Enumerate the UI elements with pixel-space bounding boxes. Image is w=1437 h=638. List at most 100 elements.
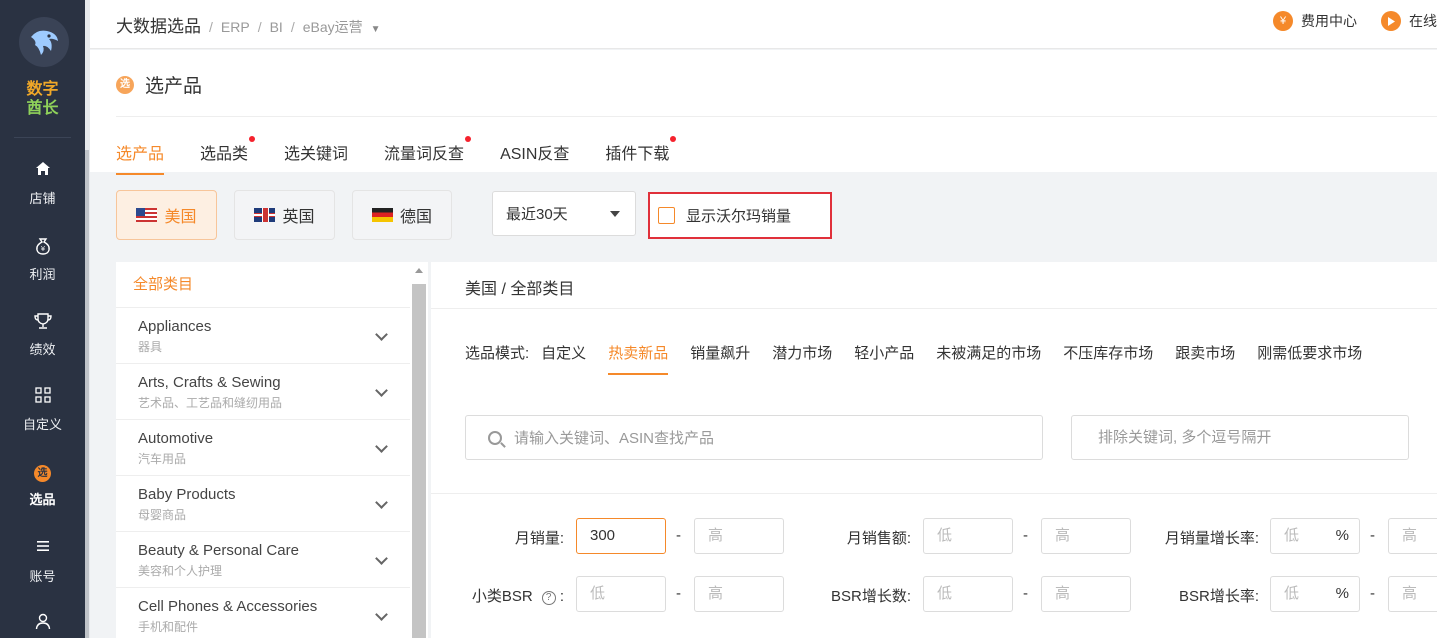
money-bag-icon: ¥ [0,236,85,258]
sidebar-item-label: 绩效 [29,342,56,357]
tab-select-keyword[interactable]: 选关键词 [284,140,348,175]
tab-plugin-download[interactable]: 插件下载 [605,136,677,175]
breadcrumb-item[interactable]: ERP [221,19,250,35]
monthly-revenue-label: 月销售额: [846,530,911,547]
monthly-sales-max-input[interactable]: 高 [694,518,784,554]
tab-select-category[interactable]: 选品类 [200,136,256,175]
search-input[interactable]: 请输入关键词、ASIN查找产品 [465,415,1043,460]
mode-follow-sell[interactable]: 跟卖市场 [1175,342,1235,375]
bsr-growth-count-max-input[interactable]: 高 [1041,576,1131,612]
mode-label: 选品模式: [465,345,530,362]
mode-potential-market[interactable]: 潜力市场 [772,342,832,375]
walmart-sales-toggle[interactable]: 显示沃尔玛销量 [648,192,832,239]
sidebar-item-label: 选品 [29,492,56,507]
new-dot [249,136,256,142]
online-label: 在线 [1409,13,1437,29]
caret-down-icon[interactable]: ▼ [371,24,381,35]
fee-center-label: 费用中心 [1301,13,1357,29]
sub-bsr-max-input[interactable]: 高 [694,576,784,612]
category-item[interactable]: Beauty & Personal Care 美容和个人护理 [116,532,410,588]
bsr-growth-rate-label: BSR增长率: [1178,588,1259,605]
online-link[interactable]: 在线 [1381,11,1437,31]
trophy-icon [0,311,85,333]
play-icon [1381,11,1401,31]
sidebar-item-store[interactable]: 店铺 [0,160,85,207]
tab-select-product[interactable]: 选产品 [116,140,165,175]
filter-panel: 美国 / 全部类目 选品模式: 自定义 热卖新品 销量飙升 潜力市场 轻小产品 … [431,262,1437,638]
monthly-revenue-max-input[interactable]: 高 [1041,518,1131,554]
sidebar-item-label: 账号 [29,569,56,584]
us-flag-icon [136,208,158,222]
brand-line1: 数字 [26,81,59,98]
tab-traffic-keyword[interactable]: 流量词反查 [384,136,472,175]
tab-asin-lookup[interactable]: ASIN反查 [500,140,569,175]
bsr-growth-count-label: BSR增长数: [830,588,911,605]
scroll-thumb[interactable] [412,284,426,638]
category-item[interactable]: Arts, Crafts & Sewing 艺术品、工艺品和缝纫用品 [116,364,410,420]
country-de-button[interactable]: 德国 [352,190,452,240]
mode-essential-market[interactable]: 刚需低要求市场 [1257,342,1362,375]
sales-growth-min-input[interactable]: 低% [1270,518,1360,554]
mode-hot-new[interactable]: 热卖新品 [608,342,669,375]
range-dash: - [676,585,681,602]
bsr-growth-count-min-input[interactable]: 低 [923,576,1013,612]
walmart-label: 显示沃尔玛销量 [686,208,792,225]
breadcrumb-item[interactable]: 大数据选品 [116,17,201,36]
sidebar-item-product-select[interactable]: 选 选品 [0,461,85,508]
svg-text:¥: ¥ [40,245,45,253]
mode-unmet-market[interactable]: 未被满足的市场 [936,342,1041,375]
range-dash: - [1023,585,1028,602]
bsr-growth-rate-max-input[interactable]: 高 [1388,576,1437,612]
country-uk-button[interactable]: 英国 [234,190,335,240]
period-select[interactable]: 最近30天 [492,191,636,236]
mode-sales-surge[interactable]: 销量飙升 [690,342,750,375]
breadcrumb-item[interactable]: eBay运营 [303,19,363,35]
topbar: 大数据选品 / ERP / BI / eBay运营 ▼ ¥ 费用中心 在线 [90,0,1437,49]
category-item[interactable]: Baby Products 母婴商品 [116,476,410,532]
sidebar-item-performance[interactable]: 绩效 [0,311,85,358]
monthly-sales-min-input[interactable]: 300 [576,518,666,554]
uk-flag-icon [254,208,276,222]
category-item[interactable]: Cell Phones & Accessories 手机和配件 [116,588,410,638]
mode-no-stock-market[interactable]: 不压库存市场 [1063,342,1153,375]
sidebar-item-user[interactable] [0,612,85,634]
help-icon[interactable]: ? [541,591,556,605]
sub-bsr-min-input[interactable]: 低 [576,576,666,612]
sidebar-item-label: 自定义 [22,417,62,432]
sidebar-item-account[interactable]: 账号 [0,538,85,585]
sidebar-item-label: 利润 [29,267,56,282]
category-item[interactable]: Appliances 器具 [116,308,410,364]
category-all[interactable]: 全部类目 [116,262,410,308]
monthly-sales-label: 月销量: [514,530,564,547]
page-title-text: 选产品 [145,76,203,97]
caret-down-icon [610,211,620,217]
category-panel: 全部类目 Appliances 器具 Arts, Crafts & Sewing 艺… [116,262,410,638]
bsr-growth-rate-min-input[interactable]: 低% [1270,576,1360,612]
sidebar-item-custom[interactable]: 自定义 [0,386,85,433]
walmart-checkbox[interactable] [658,207,675,224]
scroll-up-icon[interactable] [415,268,423,273]
range-dash: - [676,527,681,544]
monthly-revenue-min-input[interactable]: 低 [923,518,1013,554]
divider [431,493,1437,494]
sidebar-item-label: 店铺 [29,191,56,206]
mode-small-light[interactable]: 轻小产品 [854,342,914,375]
user-icon [0,612,85,634]
sales-growth-max-input[interactable]: 高 [1388,518,1437,554]
country-us-button[interactable]: 美国 [116,190,217,240]
mode-custom[interactable]: 自定义 [541,342,586,375]
breadcrumb-item[interactable]: BI [270,19,283,35]
brand-logo[interactable] [19,17,69,67]
new-dot [465,136,472,142]
category-item[interactable]: Automotive 汽车用品 [116,420,410,476]
sidebar-item-profit[interactable]: ¥ 利润 [0,236,85,283]
select-product-icon: 选 [116,75,134,94]
category-scrollbar[interactable] [410,262,428,638]
page-header: 选 选产品 选产品 选品类 选关键词 流量词反查 ASIN反查 插件下载 [90,50,1437,175]
page-scrollbar[interactable] [85,150,89,638]
fee-center-link[interactable]: ¥ 费用中心 [1273,11,1357,31]
yen-icon: ¥ [1273,11,1293,31]
exclude-keywords-input[interactable]: 排除关键词, 多个逗号隔开 [1071,415,1409,460]
sidebar: 数字 酋长 店铺 ¥ 利润 绩效 自定义 选 选品 账号 [0,0,85,638]
divider [116,116,1437,117]
